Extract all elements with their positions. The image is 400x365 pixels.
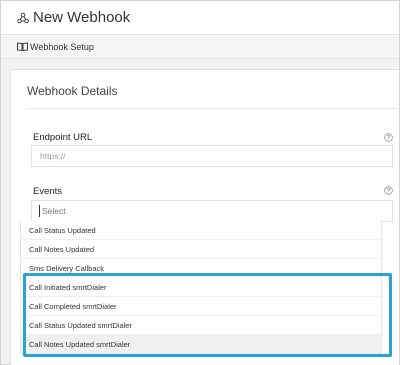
endpoint-url-label: Endpoint URL — [33, 132, 93, 143]
dropdown-option[interactable]: Call Status Updated — [20, 221, 382, 240]
events-dropdown-list: Call Status Updated Call Notes Updated S… — [20, 221, 382, 354]
endpoint-url-placeholder: https:// — [40, 151, 66, 161]
dropdown-option[interactable]: Call Notes Updated smrtDialer — [20, 335, 382, 354]
dropdown-option[interactable]: Call Completed smrtDialer — [20, 297, 382, 316]
card-title: Webhook Details — [27, 84, 118, 98]
book-icon — [17, 42, 28, 51]
dropdown-option[interactable]: Call Notes Updated — [20, 240, 382, 259]
endpoint-url-input[interactable]: https:// — [31, 145, 393, 167]
card-divider — [27, 108, 400, 109]
help-circle-icon[interactable] — [384, 186, 393, 195]
page-title: New Webhook — [33, 9, 131, 26]
subnav-bar: Webhook Setup — [1, 35, 399, 59]
help-circle-icon[interactable] — [384, 133, 393, 142]
events-select-input[interactable]: Select — [31, 200, 393, 222]
dropdown-option[interactable]: Sms Delivery Callback — [20, 259, 382, 278]
page-header: New Webhook — [1, 1, 399, 35]
events-label: Events — [33, 186, 63, 197]
subnav-webhook-setup[interactable]: Webhook Setup — [30, 42, 94, 52]
events-select-placeholder: Select — [42, 206, 66, 216]
text-cursor — [39, 205, 40, 217]
webhook-icon — [17, 12, 29, 23]
dropdown-option[interactable]: Call Initiated smrtDialer — [20, 278, 382, 297]
dropdown-option[interactable]: Call Status Updated smrtDialer — [20, 316, 382, 335]
